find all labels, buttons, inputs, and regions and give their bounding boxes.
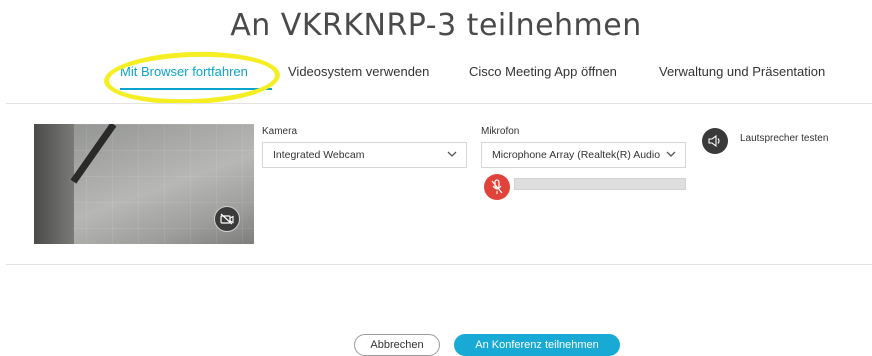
microphone-label: Mikrofon: [481, 126, 520, 137]
camera-select[interactable]: Integrated Webcam: [262, 142, 467, 168]
join-conference-button[interactable]: An Konferenz teilnehmen: [454, 334, 620, 356]
chevron-down-icon: [666, 151, 676, 157]
speaker-icon[interactable]: [702, 128, 728, 154]
camera-preview: [34, 124, 254, 244]
tab-cisco-meeting-app[interactable]: Cisco Meeting App öffnen: [469, 64, 617, 79]
preview-shadow: [34, 124, 74, 244]
camera-select-value: Integrated Webcam: [273, 149, 365, 161]
tab-video-system[interactable]: Videosystem verwenden: [288, 64, 429, 79]
camera-off-icon[interactable]: [214, 206, 240, 232]
annotation-highlight-circle: [103, 48, 281, 108]
test-speaker-link[interactable]: Lautsprecher testen: [740, 133, 828, 144]
cancel-button[interactable]: Abbrechen: [354, 334, 440, 356]
chevron-down-icon: [447, 151, 457, 157]
camera-label: Kamera: [262, 126, 298, 137]
divider-bottom: [6, 264, 872, 265]
divider-top: [6, 103, 872, 104]
microphone-level-meter: [514, 178, 686, 190]
page-title: An VKRKNRP-3 teilnehmen: [230, 8, 642, 43]
mic-muted-icon[interactable]: [484, 174, 510, 200]
microphone-select[interactable]: Microphone Array (Realtek(R) Audio: [481, 142, 686, 168]
tab-management-presentation[interactable]: Verwaltung und Präsentation: [659, 64, 825, 79]
microphone-select-value: Microphone Array (Realtek(R) Audio: [492, 149, 661, 161]
